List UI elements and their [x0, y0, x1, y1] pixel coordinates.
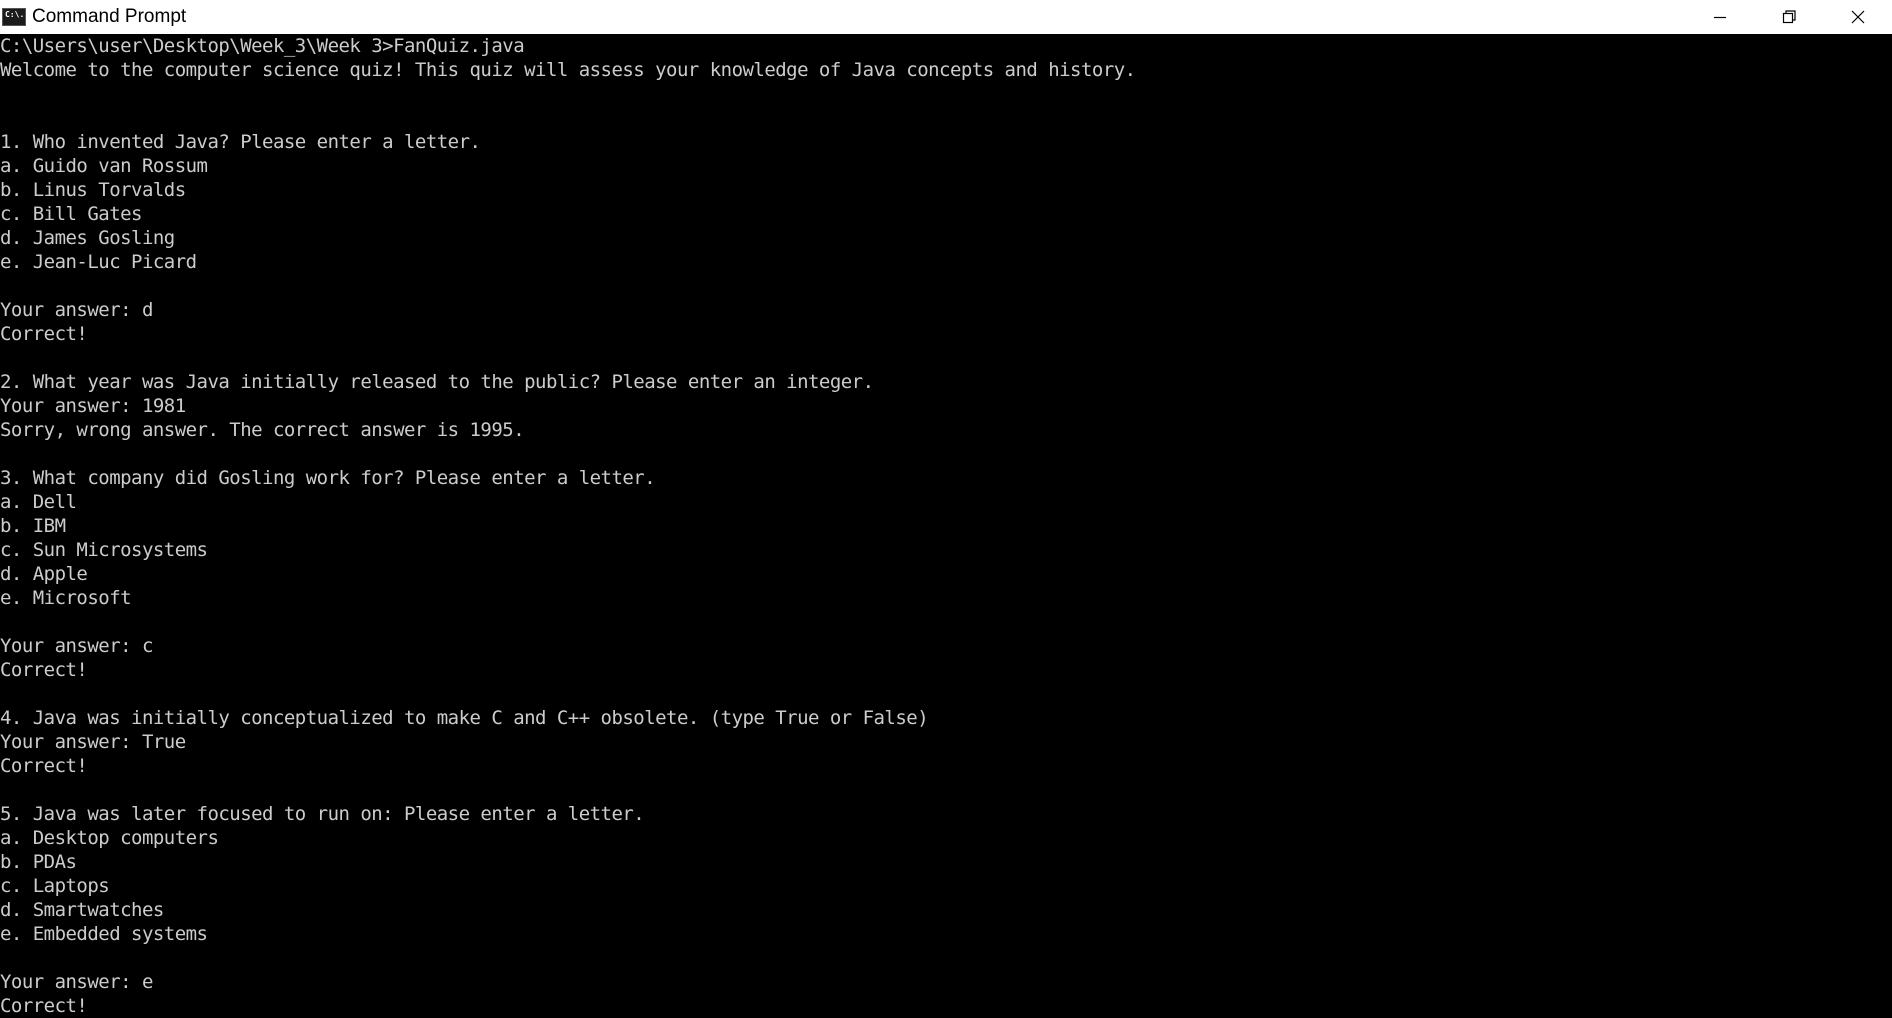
console-line: c. Laptops [0, 875, 110, 897]
console-line: 2. What year was Java initially released… [0, 371, 874, 393]
console-line: c. Sun Microsystems [0, 539, 208, 561]
console-line: e. Embedded systems [0, 923, 208, 945]
console-line: d. James Gosling [0, 227, 175, 249]
console-line: 4. Java was initially conceptualized to … [0, 707, 929, 729]
console-line: Welcome to the computer science quiz! Th… [0, 59, 1136, 81]
window-title: Command Prompt [32, 6, 187, 27]
close-icon [1851, 10, 1864, 24]
console-line: a. Desktop computers [0, 827, 219, 849]
console-line: Your answer: e [0, 971, 153, 993]
console-line: e. Microsoft [0, 587, 132, 609]
console-line: c. Bill Gates [0, 203, 142, 225]
console-line: b. Linus Torvalds [0, 179, 186, 201]
restore-icon [1782, 10, 1796, 24]
console-line: 1. Who invented Java? Please enter a let… [0, 131, 481, 153]
console-line: Correct! [0, 995, 88, 1017]
console-line: Correct! [0, 323, 88, 345]
console-line: d. Apple [0, 563, 88, 585]
console-line: Your answer: True [0, 731, 186, 753]
command-prompt-window: C:\. Command Prompt C:\Users\user\Deskto… [0, 0, 1892, 1018]
cmd-icon[interactable]: C:\. [2, 8, 26, 26]
window-controls [1685, 0, 1892, 34]
console-line: Correct! [0, 755, 88, 777]
restore-button[interactable] [1754, 0, 1823, 34]
console-output[interactable]: C:\Users\user\Desktop\Week_3\Week 3>FanQ… [0, 34, 1892, 1018]
minimize-icon [1713, 16, 1726, 19]
console-line: Correct! [0, 659, 88, 681]
console-line: Your answer: 1981 [0, 395, 186, 417]
console-line: 3. What company did Gosling work for? Pl… [0, 467, 656, 489]
console-line: d. Smartwatches [0, 899, 164, 921]
console-line: a. Guido van Rossum [0, 155, 208, 177]
console-line: b. PDAs [0, 851, 77, 873]
console-line: b. IBM [0, 515, 66, 537]
minimize-button[interactable] [1685, 0, 1754, 34]
console-line: a. Dell [0, 491, 77, 513]
title-bar[interactable]: C:\. Command Prompt [0, 0, 1892, 34]
console-line: Your answer: c [0, 635, 153, 657]
console-line: Your answer: d [0, 299, 153, 321]
console-line: 5. Java was later focused to run on: Ple… [0, 803, 645, 825]
console-line: Sorry, wrong answer. The correct answer … [0, 419, 525, 441]
console-line: C:\Users\user\Desktop\Week_3\Week 3>FanQ… [0, 35, 525, 57]
close-button[interactable] [1823, 0, 1892, 34]
console-line: e. Jean-Luc Picard [0, 251, 197, 273]
